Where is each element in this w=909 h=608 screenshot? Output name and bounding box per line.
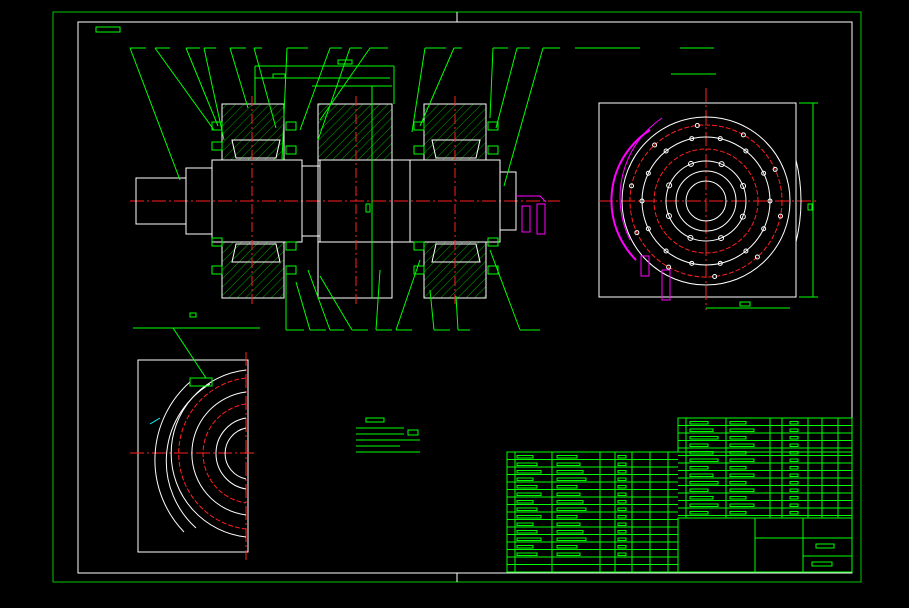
main-section-view (129, 47, 560, 331)
cad-drawing-canvas (52, 11, 862, 583)
partial-detail-view (130, 312, 260, 560)
technical-notes (356, 417, 420, 453)
bill-of-materials-table (506, 417, 853, 573)
end-view (575, 47, 818, 310)
